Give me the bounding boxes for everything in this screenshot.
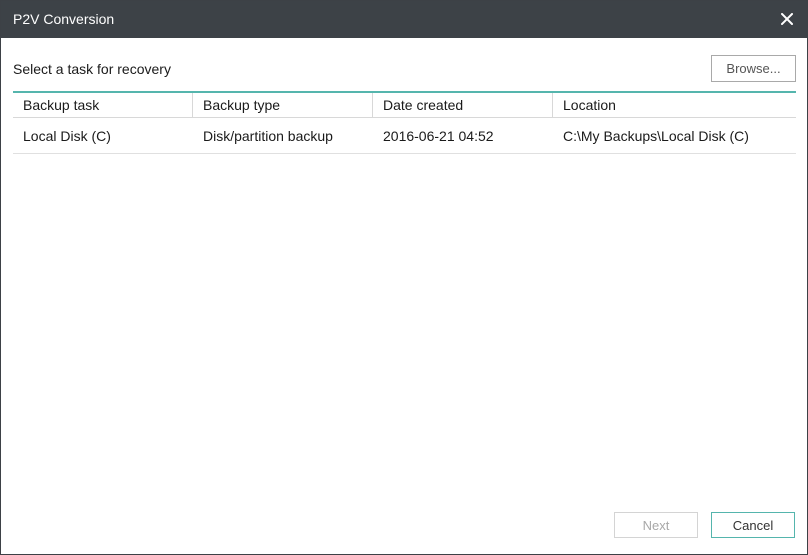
column-header-backup-type[interactable]: Backup type bbox=[193, 93, 373, 117]
cell-date-created: 2016-06-21 04:52 bbox=[383, 127, 494, 144]
cell-location: C:\My Backups\Local Disk (C) bbox=[563, 127, 749, 144]
table-body: Local Disk (C) Disk/partition backup 201… bbox=[13, 118, 796, 154]
backup-task-table: Backup task Backup type Date created Loc… bbox=[13, 91, 796, 154]
table-row[interactable]: Local Disk (C) Disk/partition backup 201… bbox=[13, 118, 796, 154]
cancel-button[interactable]: Cancel bbox=[711, 512, 795, 538]
close-button[interactable] bbox=[775, 7, 799, 31]
cell-backup-task: Local Disk (C) bbox=[23, 127, 111, 144]
column-header-location[interactable]: Location bbox=[553, 93, 796, 117]
table-header: Backup task Backup type Date created Loc… bbox=[13, 91, 796, 118]
column-header-date-created[interactable]: Date created bbox=[373, 93, 553, 117]
title-bar: P2V Conversion bbox=[1, 1, 807, 38]
next-button[interactable]: Next bbox=[614, 512, 698, 538]
browse-button[interactable]: Browse... bbox=[711, 55, 796, 82]
dialog-window: P2V Conversion Select a task for recover… bbox=[0, 0, 808, 555]
window-title: P2V Conversion bbox=[13, 11, 115, 27]
cell-backup-type: Disk/partition backup bbox=[203, 127, 333, 144]
column-header-backup-task[interactable]: Backup task bbox=[13, 93, 193, 117]
close-icon bbox=[781, 13, 793, 25]
task-prompt: Select a task for recovery bbox=[13, 61, 171, 77]
